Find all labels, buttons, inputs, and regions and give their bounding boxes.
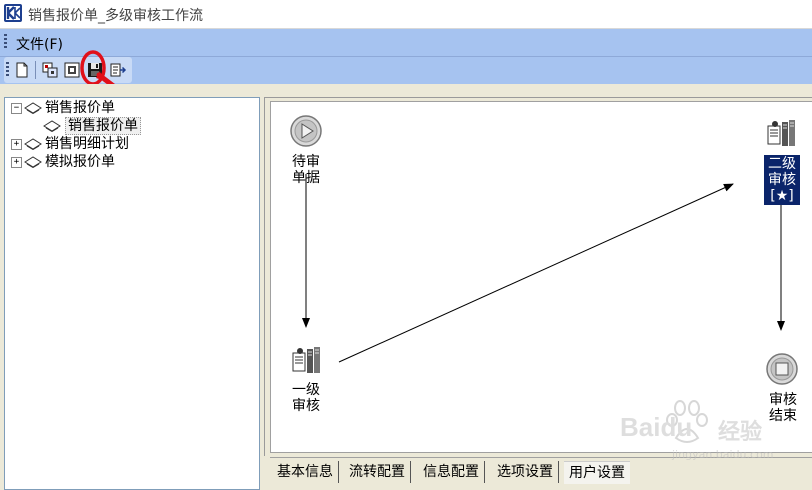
start-node-label: 待审 单据 [292,154,320,186]
copy-flow-icon[interactable] [40,60,60,80]
toolbar-grip-handle[interactable] [6,62,9,78]
watermark-suffix: 经验 [718,420,763,445]
document-diamond-icon [43,120,61,132]
title-bar: 销售报价单_多级审核工作流 [0,0,812,29]
end-node-icon[interactable] [765,352,799,386]
baidu-watermark: Baidu 经验 jingyan.baidu.com [600,398,800,468]
new-document-icon[interactable] [12,60,32,80]
expand-toggle-icon[interactable]: + [11,157,22,168]
toolbar [0,50,812,100]
level1-review-node-icon[interactable] [291,345,323,377]
level2-review-node-label-selected: 二级 审核 [★] [764,155,800,205]
toolbar-separator [35,61,36,79]
folder-diamond-icon [24,102,42,114]
level1-review-node-label: 一级 审核 [292,382,320,414]
tree-panel: − 销售报价单 销售报价单 + 销售明细计划 + 模拟报价单 [4,97,260,490]
app-icon [4,4,22,22]
folder-diamond-icon [24,138,42,150]
expand-toggle-icon[interactable]: + [11,139,22,150]
watermark-url: jingyan.baidu.com [672,448,774,461]
connector-level1-to-level2 [338,183,734,363]
tree-node-label: 销售明细计划 [45,136,129,152]
tab-basic-info[interactable]: 基本信息 [272,461,339,483]
window-title: 销售报价单_多级审核工作流 [28,8,203,24]
tab-info-config[interactable]: 信息配置 [418,461,485,483]
tree-node-label: 销售报价单 [45,100,115,116]
tree-node-label: 模拟报价单 [45,154,115,170]
level2-review-node-icon[interactable] [766,118,798,150]
start-node-icon[interactable] [289,114,323,148]
watermark-brand: Baidu [620,412,693,442]
collapse-toggle-icon[interactable]: − [11,103,22,114]
tab-flow-config[interactable]: 流转配置 [344,461,411,483]
menu-file[interactable]: 文件(F) [14,34,65,54]
menubar-grip-handle[interactable] [4,34,7,50]
folder-diamond-icon [24,156,42,168]
tab-option-settings[interactable]: 选项设置 [492,461,559,483]
tree-node-label-selected: 销售报价单 [65,117,141,135]
